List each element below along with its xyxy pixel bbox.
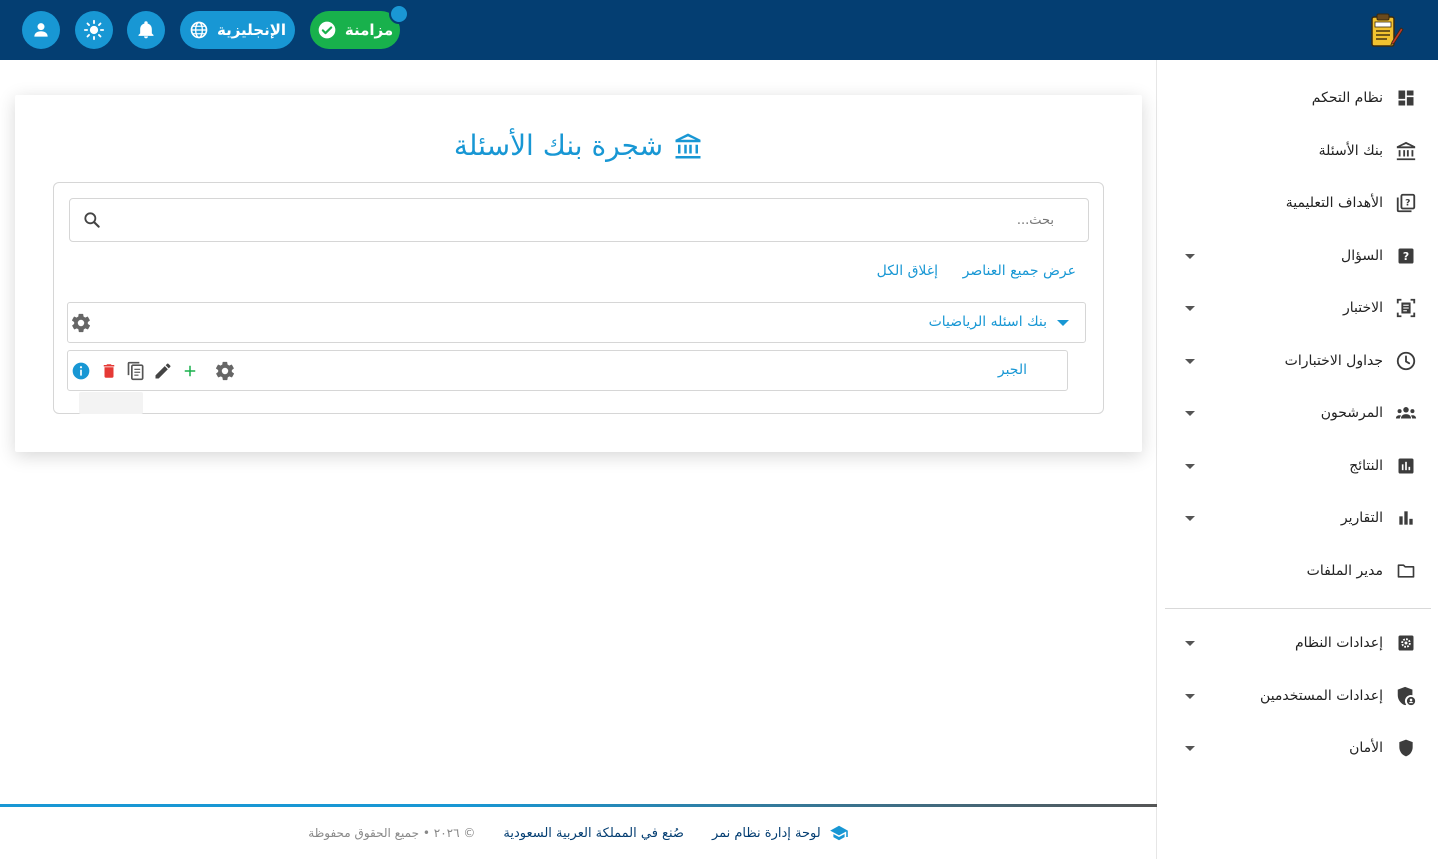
tree-node-root[interactable]: بنك اسئله الرياضيات bbox=[67, 302, 1086, 343]
user-icon bbox=[34, 23, 48, 37]
expand-all-link[interactable]: عرض جميع العناصر bbox=[963, 263, 1076, 279]
chevron-down-icon[interactable] bbox=[1185, 305, 1195, 311]
sidebar-divider bbox=[1165, 608, 1431, 609]
sidebar-item-candidates[interactable]: المرشحون bbox=[1157, 393, 1438, 433]
sidebar-item-learning-objectives[interactable]: ? الأهداف التعليمية bbox=[1157, 183, 1438, 223]
copy-icon[interactable] bbox=[126, 361, 146, 381]
chevron-down-icon[interactable] bbox=[1185, 410, 1195, 416]
tree-panel: عرض جميع العناصر إغلاق الكل بنك اسئله ال… bbox=[53, 182, 1104, 414]
page-title-text: شجرة بنك الأسئلة bbox=[453, 129, 664, 162]
language-label: الإنجليزية bbox=[216, 21, 287, 39]
sidebar-item-label: الأهداف التعليمية bbox=[1285, 195, 1383, 211]
caret-down-icon[interactable] bbox=[1057, 320, 1069, 326]
collapse-all-link[interactable]: إغلاق الكل bbox=[877, 263, 938, 279]
bank-icon bbox=[675, 133, 701, 158]
sidebar-item-label: الأمان bbox=[1349, 740, 1383, 756]
tooltip bbox=[79, 392, 143, 414]
sidebar-item-label: بنك الأسئلة bbox=[1318, 143, 1383, 159]
sidebar-item-user-settings[interactable]: إعدادات المستخدمين bbox=[1157, 676, 1438, 716]
bank-icon bbox=[1395, 140, 1417, 162]
search-icon[interactable] bbox=[82, 210, 102, 230]
sidebar: نظام التحكم بنك الأسئلة ? الأهداف التعلي… bbox=[1156, 60, 1438, 859]
settings-icon[interactable] bbox=[70, 312, 92, 334]
chevron-down-icon[interactable] bbox=[1185, 745, 1195, 751]
language-switch-button[interactable]: الإنجليزية bbox=[180, 11, 295, 49]
chevron-down-icon[interactable] bbox=[1185, 640, 1195, 646]
footer-divider bbox=[0, 804, 1157, 807]
search-box bbox=[69, 198, 1089, 242]
sidebar-item-label: جداول الاختبارات bbox=[1284, 353, 1383, 369]
sidebar-item-label: نظام التحكم bbox=[1311, 90, 1383, 106]
footer: لوحة إدارة نظام نمر صُنع في المملكة العر… bbox=[0, 818, 1157, 848]
notifications-button[interactable] bbox=[127, 11, 165, 49]
chevron-down-icon[interactable] bbox=[1185, 358, 1195, 364]
chevron-down-icon[interactable] bbox=[1185, 693, 1195, 699]
poll-icon bbox=[1395, 455, 1417, 477]
footer-made-in: صُنع في المملكة العربية السعودية bbox=[503, 825, 684, 841]
footer-brand: لوحة إدارة نظام نمر bbox=[712, 825, 849, 841]
sync-status-dot bbox=[389, 4, 409, 24]
edit-icon[interactable] bbox=[153, 361, 173, 381]
page-title: شجرة بنك الأسئلة bbox=[15, 129, 1142, 162]
sidebar-item-system-settings[interactable]: إعدادات النظام bbox=[1157, 623, 1438, 663]
sidebar-item-label: إعدادات المستخدمين bbox=[1260, 688, 1383, 704]
sync-button[interactable]: مزامنة bbox=[310, 11, 400, 49]
clock-icon bbox=[1395, 350, 1417, 372]
graduation-cap-icon bbox=[829, 825, 848, 841]
search-input[interactable] bbox=[114, 199, 1054, 241]
sidebar-item-exam-schedules[interactable]: جداول الاختبارات bbox=[1157, 341, 1438, 381]
sidebar-item-file-manager[interactable]: مدير الملفات bbox=[1157, 551, 1438, 591]
sync-label: مزامنة bbox=[344, 21, 394, 39]
bell-icon bbox=[138, 21, 154, 39]
tree-node-label[interactable]: بنك اسئله الرياضيات bbox=[929, 314, 1047, 330]
exam-logo-icon bbox=[1371, 13, 1404, 47]
brightness-icon bbox=[83, 19, 105, 41]
settings-box-icon bbox=[1395, 632, 1417, 654]
tree-node-label[interactable]: الجبر bbox=[998, 362, 1027, 378]
sidebar-item-reports[interactable]: التقارير bbox=[1157, 498, 1438, 538]
sidebar-item-exam[interactable]: الاختبار bbox=[1157, 288, 1438, 328]
sidebar-item-label: المرشحون bbox=[1320, 405, 1383, 421]
add-icon[interactable] bbox=[180, 361, 200, 381]
sidebar-item-label: مدير الملفات bbox=[1306, 563, 1383, 579]
user-menu-button[interactable] bbox=[22, 11, 60, 49]
chevron-down-icon[interactable] bbox=[1185, 253, 1195, 259]
quiz-icon: ? bbox=[1395, 192, 1417, 214]
sidebar-item-label: النتائج bbox=[1349, 458, 1383, 474]
chevron-down-icon[interactable] bbox=[1185, 515, 1195, 521]
theme-toggle-button[interactable] bbox=[75, 11, 113, 49]
info-icon[interactable] bbox=[71, 361, 91, 381]
question-bank-tree-card: شجرة بنك الأسئلة عرض جميع العناصر إغلاق … bbox=[15, 95, 1142, 452]
sidebar-item-question[interactable]: ? السؤال bbox=[1157, 236, 1438, 276]
settings-icon[interactable] bbox=[214, 360, 236, 382]
svg-text:?: ? bbox=[1405, 197, 1410, 208]
footer-rights: © ٢٠٢٦ • جميع الحقوق محفوظة bbox=[308, 826, 476, 840]
sidebar-item-label: الاختبار bbox=[1342, 300, 1383, 316]
globe-icon bbox=[190, 21, 208, 39]
dashboard-icon bbox=[1395, 87, 1417, 109]
admin-shield-icon bbox=[1395, 685, 1417, 707]
top-bar: الإنجليزية مزامنة bbox=[0, 0, 1438, 60]
folder-icon bbox=[1395, 560, 1417, 582]
groups-icon bbox=[1395, 402, 1417, 424]
check-circle-icon bbox=[318, 21, 336, 39]
footer-brand-text: لوحة إدارة نظام نمر bbox=[711, 825, 821, 841]
bar-chart-icon bbox=[1395, 507, 1417, 529]
svg-text:?: ? bbox=[1403, 250, 1409, 263]
sidebar-item-label: السؤال bbox=[1341, 248, 1383, 264]
help-box-icon: ? bbox=[1395, 245, 1417, 267]
chevron-down-icon[interactable] bbox=[1185, 463, 1195, 469]
sidebar-item-security[interactable]: الأمان bbox=[1157, 728, 1438, 768]
sidebar-item-dashboard[interactable]: نظام التحكم bbox=[1157, 78, 1438, 118]
delete-icon[interactable] bbox=[99, 361, 119, 381]
document-scanner-icon bbox=[1395, 297, 1417, 319]
sidebar-item-question-bank[interactable]: بنك الأسئلة bbox=[1157, 131, 1438, 171]
sidebar-item-label: إعدادات النظام bbox=[1294, 635, 1383, 651]
sidebar-item-label: التقارير bbox=[1340, 510, 1383, 526]
sidebar-item-results[interactable]: النتائج bbox=[1157, 446, 1438, 486]
shield-icon bbox=[1395, 737, 1417, 759]
tree-node-child[interactable]: الجبر bbox=[67, 350, 1068, 391]
